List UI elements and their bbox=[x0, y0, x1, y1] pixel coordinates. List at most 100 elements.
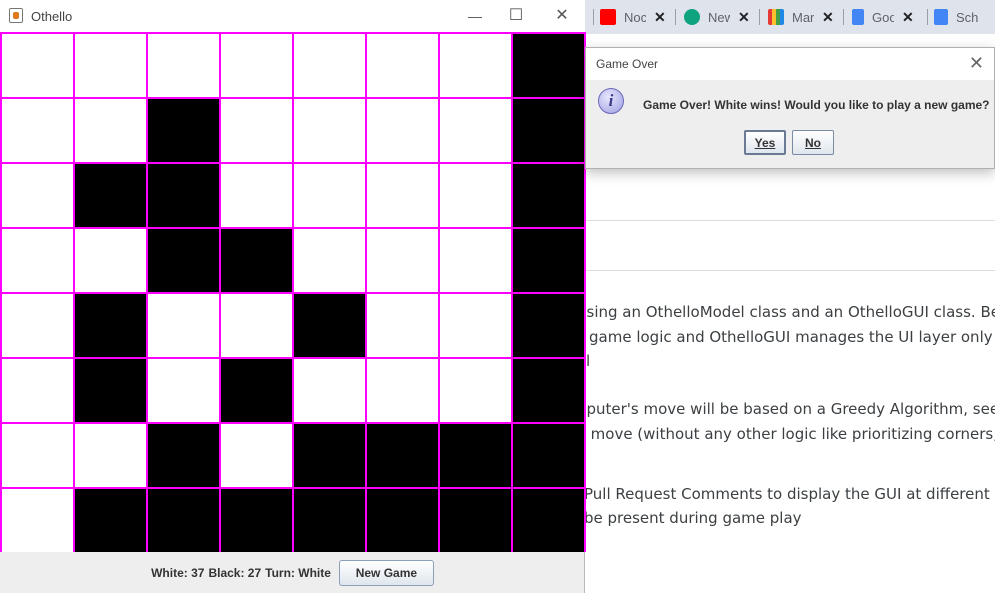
board-cell-7-7[interactable] bbox=[513, 489, 584, 552]
board-cell-1-0[interactable] bbox=[2, 99, 73, 162]
white-score: White: 37 bbox=[151, 566, 205, 580]
board-cell-5-5[interactable] bbox=[367, 359, 438, 422]
board-cell-2-5[interactable] bbox=[367, 164, 438, 227]
board-cell-6-4[interactable] bbox=[294, 424, 365, 487]
board-cell-4-2[interactable] bbox=[148, 294, 219, 357]
board-cell-0-0[interactable] bbox=[2, 34, 73, 97]
board-cell-0-7[interactable] bbox=[513, 34, 584, 97]
board-cell-3-4[interactable] bbox=[294, 229, 365, 292]
minimize-icon[interactable]: — bbox=[462, 4, 488, 28]
close-icon[interactable]: ✕ bbox=[969, 53, 984, 74]
new-game-button[interactable]: New Game bbox=[338, 560, 434, 586]
board-cell-4-5[interactable] bbox=[367, 294, 438, 357]
board-cell-7-5[interactable] bbox=[367, 489, 438, 552]
board-cell-4-7[interactable] bbox=[513, 294, 584, 357]
doc-text-line: t move (without any other logic like pri… bbox=[580, 425, 995, 443]
board-cell-5-1[interactable] bbox=[75, 359, 146, 422]
board-cell-5-6[interactable] bbox=[440, 359, 511, 422]
browser-tab-5[interactable]: Sch bbox=[934, 6, 978, 28]
board-cell-4-0[interactable] bbox=[2, 294, 73, 357]
tab-label: Sch bbox=[956, 9, 978, 25]
board-cell-7-6[interactable] bbox=[440, 489, 511, 552]
board-cell-4-3[interactable] bbox=[221, 294, 292, 357]
board-cell-5-3[interactable] bbox=[221, 359, 292, 422]
board-cell-0-1[interactable] bbox=[75, 34, 146, 97]
board-cell-1-1[interactable] bbox=[75, 99, 146, 162]
board-cell-5-2[interactable] bbox=[148, 359, 219, 422]
board-cell-6-2[interactable] bbox=[148, 424, 219, 487]
board-cell-1-5[interactable] bbox=[367, 99, 438, 162]
yes-button[interactable]: Yes bbox=[744, 130, 786, 155]
no-button[interactable]: No bbox=[792, 130, 834, 155]
close-icon[interactable]: ✕ bbox=[822, 9, 834, 26]
board-cell-3-7[interactable] bbox=[513, 229, 584, 292]
docs-icon bbox=[934, 9, 948, 25]
board-cell-1-3[interactable] bbox=[221, 99, 292, 162]
board-cell-7-2[interactable] bbox=[148, 489, 219, 552]
board-cell-4-4[interactable] bbox=[294, 294, 365, 357]
board-cell-1-4[interactable] bbox=[294, 99, 365, 162]
board-cell-0-5[interactable] bbox=[367, 34, 438, 97]
maximize-icon[interactable]: ☐ bbox=[503, 4, 529, 28]
board-cell-6-5[interactable] bbox=[367, 424, 438, 487]
browser-tab-3[interactable]: Mar ✕ bbox=[768, 6, 834, 28]
board-cell-3-1[interactable] bbox=[75, 229, 146, 292]
board-cell-2-3[interactable] bbox=[221, 164, 292, 227]
board-cell-3-2[interactable] bbox=[148, 229, 219, 292]
openai-icon bbox=[684, 9, 700, 25]
board-cell-5-0[interactable] bbox=[2, 359, 73, 422]
board-cell-1-6[interactable] bbox=[440, 99, 511, 162]
board-cell-7-4[interactable] bbox=[294, 489, 365, 552]
info-icon: i bbox=[598, 88, 624, 114]
board-cell-2-7[interactable] bbox=[513, 164, 584, 227]
othello-board bbox=[0, 32, 586, 552]
board-cell-5-4[interactable] bbox=[294, 359, 365, 422]
window-titlebar[interactable]: Othello — ☐ ✕ bbox=[0, 0, 585, 32]
tab-separator bbox=[759, 9, 760, 25]
doc-text-line: using an OthelloModel class and an Othel… bbox=[577, 303, 995, 321]
tab-separator bbox=[927, 9, 928, 25]
board-cell-2-2[interactable] bbox=[148, 164, 219, 227]
board-cell-6-0[interactable] bbox=[2, 424, 73, 487]
dialog-title: Game Over bbox=[596, 57, 659, 71]
board-cell-2-0[interactable] bbox=[2, 164, 73, 227]
board-cell-3-0[interactable] bbox=[2, 229, 73, 292]
doc-text-line: nputer's move will be based on a Greedy … bbox=[577, 400, 995, 418]
window-title: Othello bbox=[31, 9, 73, 24]
board-cell-0-3[interactable] bbox=[221, 34, 292, 97]
board-cell-5-7[interactable] bbox=[513, 359, 584, 422]
turn-indicator: Turn: White bbox=[265, 566, 331, 580]
close-icon[interactable]: ✕ bbox=[654, 9, 666, 26]
board-cell-0-4[interactable] bbox=[294, 34, 365, 97]
board-cell-3-6[interactable] bbox=[440, 229, 511, 292]
board-cell-2-4[interactable] bbox=[294, 164, 365, 227]
board-cell-4-1[interactable] bbox=[75, 294, 146, 357]
close-icon[interactable]: ✕ bbox=[902, 9, 914, 26]
board-cell-1-7[interactable] bbox=[513, 99, 584, 162]
board-cell-2-1[interactable] bbox=[75, 164, 146, 227]
board-cell-6-1[interactable] bbox=[75, 424, 146, 487]
board-cell-0-6[interactable] bbox=[440, 34, 511, 97]
board-cell-6-6[interactable] bbox=[440, 424, 511, 487]
browser-tab-2[interactable]: New ✕ bbox=[684, 6, 750, 28]
game-over-dialog: Game Over ✕ i Game Over! White wins! Wou… bbox=[585, 47, 995, 169]
tab-label: Mar bbox=[792, 9, 814, 25]
close-icon[interactable]: ✕ bbox=[738, 9, 750, 26]
board-cell-7-0[interactable] bbox=[2, 489, 73, 552]
board-cell-1-2[interactable] bbox=[148, 99, 219, 162]
othello-window: Othello — ☐ ✕ White: 37 Black: 27 Turn: … bbox=[0, 0, 586, 593]
board-cell-7-1[interactable] bbox=[75, 489, 146, 552]
board-cell-6-7[interactable] bbox=[513, 424, 584, 487]
board-cell-4-6[interactable] bbox=[440, 294, 511, 357]
board-cell-3-5[interactable] bbox=[367, 229, 438, 292]
close-icon[interactable]: ✕ bbox=[549, 4, 575, 28]
board-cell-0-2[interactable] bbox=[148, 34, 219, 97]
board-cell-6-3[interactable] bbox=[221, 424, 292, 487]
browser-tab-4[interactable]: Goo ✕ bbox=[852, 6, 914, 28]
board-cell-2-6[interactable] bbox=[440, 164, 511, 227]
browser-tab-1[interactable]: Noc ✕ bbox=[600, 6, 666, 28]
board-cell-3-3[interactable] bbox=[221, 229, 292, 292]
board-cell-7-3[interactable] bbox=[221, 489, 292, 552]
tab-label: New bbox=[708, 9, 730, 25]
dialog-titlebar[interactable]: Game Over ✕ bbox=[586, 48, 994, 80]
